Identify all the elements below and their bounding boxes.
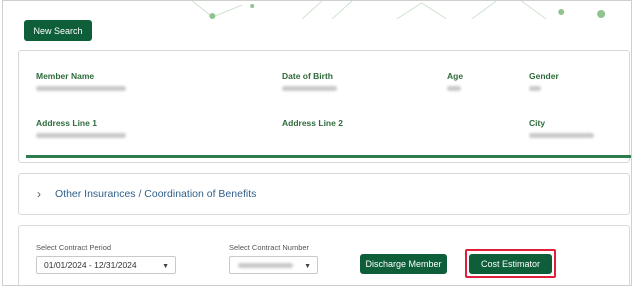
member-info-panel: Member Name Date of Birth Age Gender Add…	[26, 56, 631, 158]
dob-redacted	[282, 86, 337, 91]
city-label: City	[529, 118, 546, 128]
contract-period-select[interactable]: 01/01/2024 - 12/31/2024 ▼	[36, 256, 176, 274]
address-line1-redacted	[36, 133, 126, 138]
dob-label: Date of Birth	[282, 71, 333, 81]
chevron-down-icon: ▼	[304, 263, 311, 270]
member-info-card: Member Name Date of Birth Age Gender Add…	[18, 50, 631, 163]
cost-estimator-button[interactable]: Cost Estimator	[469, 254, 552, 274]
coordination-of-benefits-label: Other Insurances / Coordination of Benef…	[55, 188, 257, 200]
chevron-down-icon: ▼	[162, 263, 169, 270]
gender-redacted	[529, 86, 541, 91]
decorative-banner	[3, 1, 631, 19]
member-name-redacted	[36, 86, 126, 91]
contract-number-redacted	[238, 263, 293, 268]
chevron-right-icon: ›	[37, 187, 41, 201]
app-window: New Search Member Name Date of Birth Age…	[2, 0, 632, 286]
city-redacted	[529, 133, 594, 138]
gender-label: Gender	[529, 71, 559, 81]
contract-period-value: 01/01/2024 - 12/31/2024	[44, 260, 137, 270]
contract-number-select[interactable]: ▼	[229, 256, 318, 274]
contract-period-caption: Select Contract Period	[36, 243, 112, 252]
age-redacted	[447, 86, 461, 91]
address-line2-label: Address Line 2	[282, 118, 343, 128]
member-name-label: Member Name	[36, 71, 95, 81]
age-label: Age	[447, 71, 464, 81]
address-line1-label: Address Line 1	[36, 118, 97, 128]
coordination-of-benefits-accordion[interactable]: › Other Insurances / Coordination of Ben…	[18, 173, 630, 215]
contract-number-caption: Select Contract Number	[229, 243, 310, 252]
new-search-button[interactable]: New Search	[24, 20, 92, 41]
discharge-member-button[interactable]: Discharge Member	[360, 254, 447, 274]
